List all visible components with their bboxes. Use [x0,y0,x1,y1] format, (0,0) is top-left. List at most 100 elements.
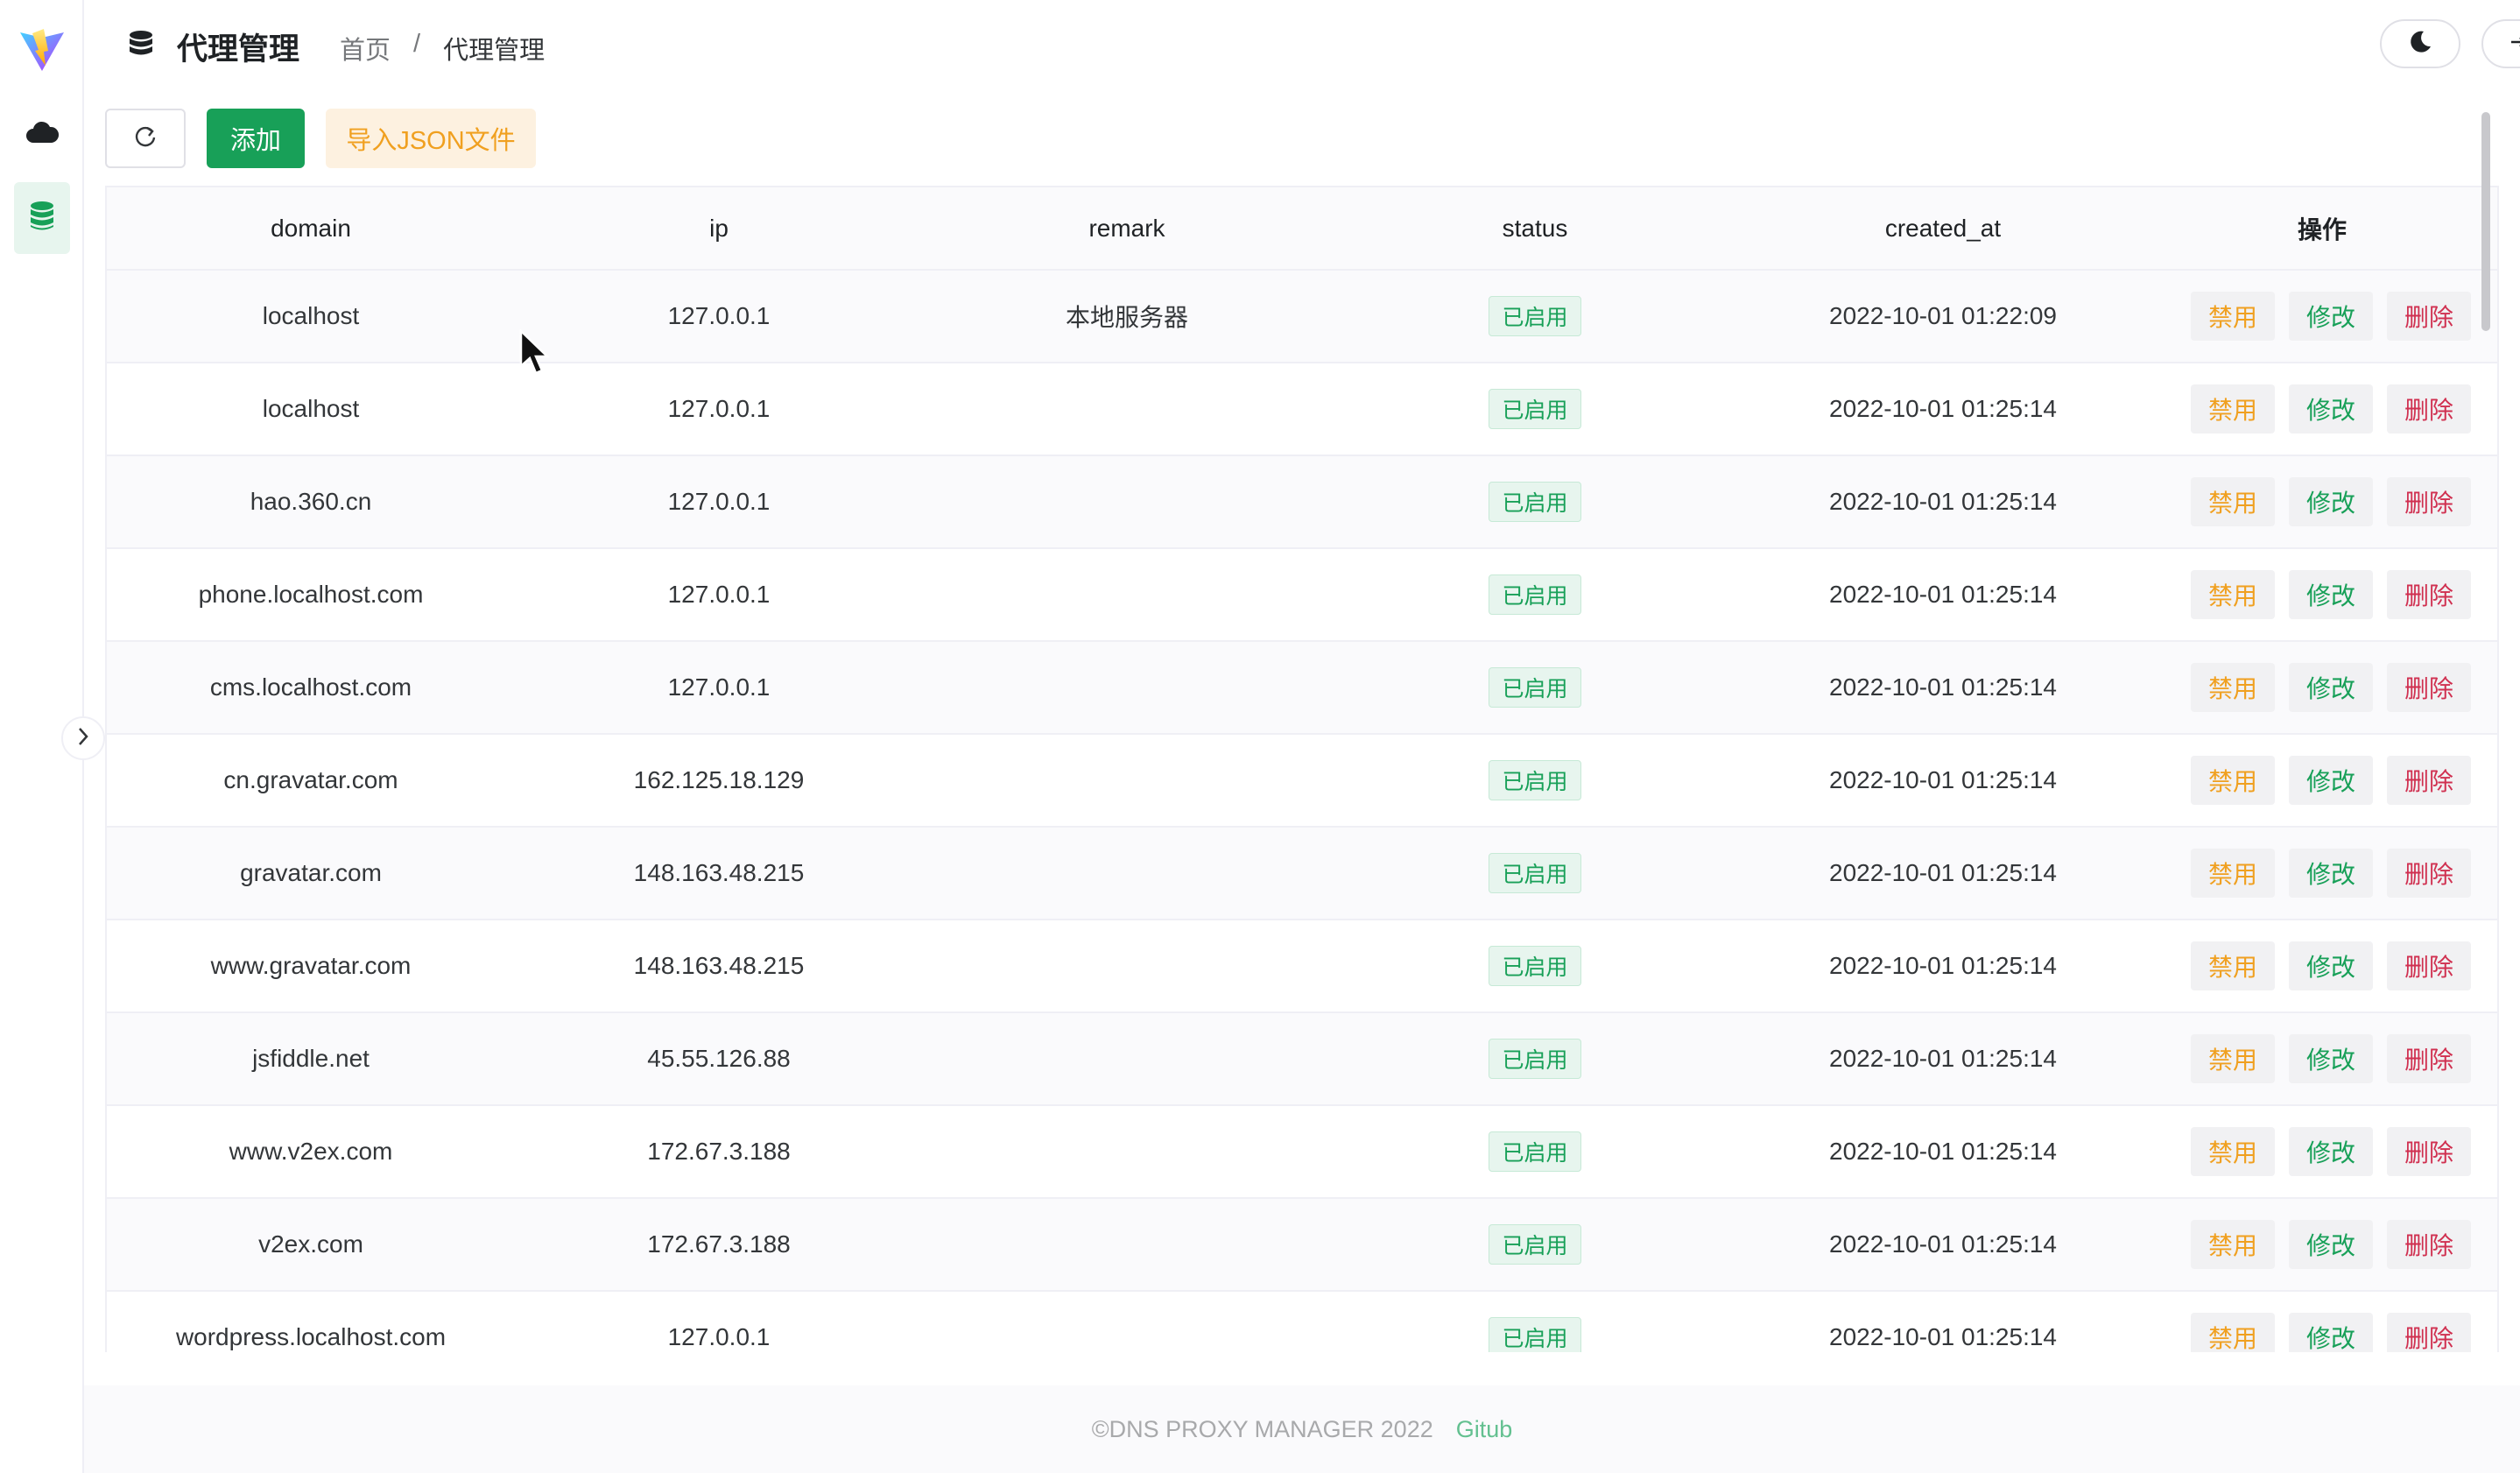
delete-button[interactable]: 删除 [2387,477,2471,526]
refresh-button[interactable] [105,109,186,168]
theme-toggle-button[interactable] [2380,19,2460,68]
cell-actions: 禁用 修改 删除 [2147,363,2497,456]
edit-button[interactable]: 修改 [2289,384,2373,433]
table-row: hao.360.cn 127.0.0.1 已启用 2022-10-01 01:25:1… [107,455,2497,549]
delete-button[interactable]: 删除 [2387,570,2471,619]
delete-button[interactable]: 删除 [2387,292,2471,341]
cell-created-at: 2022-10-01 01:25:14 [1739,641,2147,735]
delete-button[interactable]: 删除 [2387,1313,2471,1352]
cell-actions: 禁用 修改 删除 [2147,1198,2497,1292]
edit-button[interactable]: 修改 [2289,1127,2373,1176]
table-row: cn.gravatar.com 162.125.18.129 已启用 2022-10-… [107,734,2497,828]
column-header-remark[interactable]: remark [923,187,1331,271]
github-link[interactable]: Gitub [1456,1416,1513,1443]
cell-remark [923,455,1331,549]
cell-remark [923,1198,1331,1292]
sidebar-item-database[interactable] [14,182,70,254]
disable-button[interactable]: 禁用 [2191,663,2275,712]
disable-button[interactable]: 禁用 [2191,1220,2275,1269]
cell-domain: localhost [107,270,515,363]
disable-button[interactable]: 禁用 [2191,570,2275,619]
logout-button[interactable] [2481,19,2520,68]
moon-icon [2407,29,2433,60]
cell-domain: www.gravatar.com [107,920,515,1013]
cell-created-at: 2022-10-01 01:25:14 [1739,734,2147,828]
table-row: www.v2ex.com 172.67.3.188 已启用 2022-10-01 01… [107,1105,2497,1199]
disable-button[interactable]: 禁用 [2191,1313,2275,1352]
table-row: phone.localhost.com 127.0.0.1 已启用 2022-10-0… [107,548,2497,642]
add-button[interactable]: 添加 [207,109,305,168]
column-header-created-at[interactable]: created_at [1739,187,2147,271]
table-row: localhost 127.0.0.1 已启用 2022-10-01 01:25:14… [107,363,2497,456]
cell-actions: 禁用 修改 删除 [2147,734,2497,828]
delete-button[interactable]: 删除 [2387,1220,2471,1269]
cell-ip: 127.0.0.1 [515,1291,923,1352]
disable-button[interactable]: 禁用 [2191,849,2275,898]
edit-button[interactable]: 修改 [2289,292,2373,341]
cell-domain: www.v2ex.com [107,1105,515,1199]
cell-remark [923,641,1331,735]
disable-button[interactable]: 禁用 [2191,1034,2275,1083]
edit-button[interactable]: 修改 [2289,941,2373,990]
import-json-button[interactable]: 导入JSON文件 [326,109,536,168]
delete-button[interactable]: 删除 [2387,1034,2471,1083]
cell-actions: 禁用 修改 删除 [2147,641,2497,735]
vite-logo-icon[interactable] [18,26,67,75]
table-row: wordpress.localhost.com 127.0.0.1 已启用 2022-… [107,1291,2497,1352]
disable-button[interactable]: 禁用 [2191,477,2275,526]
disable-button[interactable]: 禁用 [2191,384,2275,433]
edit-button[interactable]: 修改 [2289,1313,2373,1352]
cell-status: 已启用 [1331,363,1739,456]
sidebar-expand-button[interactable] [61,716,105,760]
cell-ip: 127.0.0.1 [515,363,923,456]
delete-button[interactable]: 删除 [2387,384,2471,433]
database-icon [29,201,55,236]
cell-ip: 127.0.0.1 [515,548,923,642]
edit-button[interactable]: 修改 [2289,849,2373,898]
delete-button[interactable]: 删除 [2387,941,2471,990]
cell-created-at: 2022-10-01 01:25:14 [1739,1012,2147,1106]
delete-button[interactable]: 删除 [2387,663,2471,712]
disable-button[interactable]: 禁用 [2191,292,2275,341]
delete-button[interactable]: 删除 [2387,756,2471,805]
column-header-status[interactable]: status [1331,187,1739,271]
edit-button[interactable]: 修改 [2289,1034,2373,1083]
status-badge: 已启用 [1489,853,1581,893]
status-badge: 已启用 [1489,760,1581,800]
cell-ip: 127.0.0.1 [515,270,923,363]
status-badge: 已启用 [1489,946,1581,986]
cell-status: 已启用 [1331,1012,1739,1106]
cell-ip: 127.0.0.1 [515,455,923,549]
disable-button[interactable]: 禁用 [2191,1127,2275,1176]
delete-button[interactable]: 删除 [2387,1127,2471,1176]
edit-button[interactable]: 修改 [2289,570,2373,619]
status-badge: 已启用 [1489,574,1581,615]
edit-button[interactable]: 修改 [2289,1220,2373,1269]
edit-button[interactable]: 修改 [2289,663,2373,712]
disable-button[interactable]: 禁用 [2191,941,2275,990]
table-row: v2ex.com 172.67.3.188 已启用 2022-10-01 01:25:… [107,1198,2497,1292]
table-header-row: domain ip remark status created_at 操作 [107,187,2497,271]
footer: ©DNS PROXY MANAGER 2022 Gitub [84,1385,2520,1473]
cell-created-at: 2022-10-01 01:22:09 [1739,270,2147,363]
cell-ip: 127.0.0.1 [515,641,923,735]
cell-status: 已启用 [1331,641,1739,735]
cell-status: 已启用 [1331,827,1739,920]
page-title: 代理管理 [177,32,300,67]
delete-button[interactable]: 删除 [2387,849,2471,898]
status-badge: 已启用 [1489,1317,1581,1352]
disable-button[interactable]: 禁用 [2191,756,2275,805]
cell-remark: 本地服务器 [923,270,1331,363]
column-header-domain[interactable]: domain [107,187,515,271]
cell-created-at: 2022-10-01 01:25:14 [1739,920,2147,1013]
column-header-ip[interactable]: ip [515,187,923,271]
cell-created-at: 2022-10-01 01:25:14 [1739,363,2147,456]
sidebar-item-cloud[interactable] [14,98,70,170]
breadcrumb-home[interactable]: 首页 [340,30,391,67]
cell-actions: 禁用 修改 删除 [2147,270,2497,363]
cell-domain: hao.360.cn [107,455,515,549]
edit-button[interactable]: 修改 [2289,756,2373,805]
edit-button[interactable]: 修改 [2289,477,2373,526]
cell-remark [923,363,1331,456]
scrollbar-thumb[interactable] [2481,112,2490,331]
